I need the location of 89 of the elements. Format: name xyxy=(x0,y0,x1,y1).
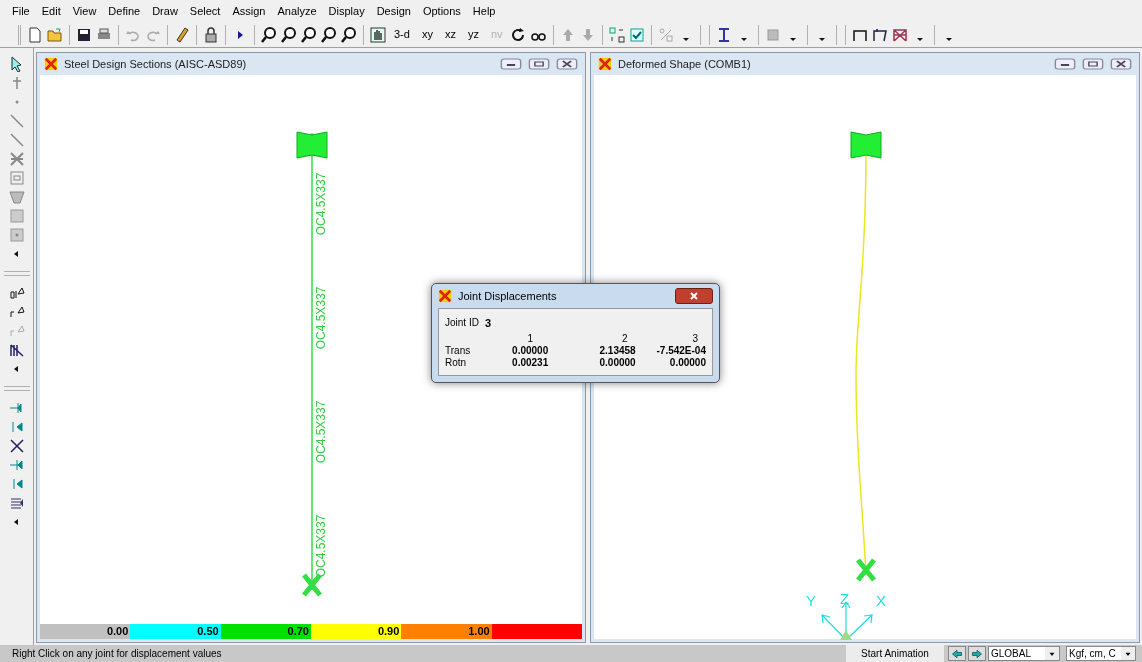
close-icon[interactable] xyxy=(1110,56,1132,72)
close-button[interactable] xyxy=(675,288,713,304)
joint-id-label: Joint ID xyxy=(445,316,479,330)
zoom-icon[interactable] xyxy=(281,26,297,43)
frame-section-label: OC4.5X337 xyxy=(313,172,330,236)
table-cell-text: 2.13458 xyxy=(598,344,636,357)
view-button[interactable]: 3-d xyxy=(390,26,414,43)
window-title: Steel Design Sections (AISC-ASD89) xyxy=(64,56,248,72)
area-icon[interactable] xyxy=(8,189,25,205)
select-previous-icon[interactable] xyxy=(8,304,25,320)
right-arrow-icon xyxy=(970,647,984,660)
table-cell-text: 0.00000 xyxy=(668,356,706,369)
table-cell-text: -7.542E-04 xyxy=(655,344,706,357)
snap-grid-icon[interactable] xyxy=(8,495,25,511)
zoom-icon[interactable] xyxy=(261,26,277,43)
menu-item[interactable]: Assign xyxy=(232,2,266,20)
joint-id-value: 3 xyxy=(484,316,492,331)
legend-segment: 0.50 xyxy=(130,624,221,639)
view-button[interactable]: xy xyxy=(417,26,437,43)
select-all-icon[interactable] xyxy=(8,285,25,301)
hatched-pointer-icon[interactable] xyxy=(8,342,25,358)
menu-item[interactable]: Analyze xyxy=(277,2,317,20)
table-cell-text: 0.00231 xyxy=(511,356,550,369)
support-icon xyxy=(855,557,877,583)
menu-item[interactable]: Design xyxy=(376,2,411,20)
app-logo-icon xyxy=(44,57,58,71)
legend-segment: 0.90 xyxy=(311,624,402,639)
previous-button[interactable] xyxy=(948,646,966,661)
menu-item[interactable]: Edit xyxy=(41,2,61,20)
save-icon[interactable] xyxy=(76,26,92,43)
frame-icon[interactable] xyxy=(871,26,888,43)
view-button[interactable]: yz xyxy=(463,26,483,43)
padlock-icon[interactable] xyxy=(203,26,219,43)
braced-frame-icon[interactable] xyxy=(891,26,908,43)
close-icon xyxy=(688,290,700,302)
menu-item[interactable]: View xyxy=(72,2,97,20)
new-file-icon[interactable] xyxy=(27,26,43,43)
legend-segment: 0.00 xyxy=(40,624,131,639)
axis-label: Y xyxy=(806,591,816,611)
window-title: Deformed Shape (COMB1) xyxy=(618,56,752,72)
table-cell-text: 0.00000 xyxy=(598,356,636,369)
open-folder-icon[interactable] xyxy=(47,26,63,43)
legend-segment: 1.00 xyxy=(401,624,492,639)
table-cell-text: 0.00000 xyxy=(511,344,550,357)
menu-item[interactable]: Select xyxy=(189,2,221,20)
pencil-icon[interactable] xyxy=(174,26,190,43)
view-button[interactable]: xz xyxy=(440,26,460,43)
menu-item[interactable]: Define xyxy=(108,2,141,20)
units-dropdown[interactable]: Kgf, cm, C xyxy=(1066,646,1136,661)
zoom-icon[interactable] xyxy=(321,26,337,43)
restore-icon[interactable] xyxy=(1082,56,1104,72)
legend-segment: 0.70 xyxy=(220,624,311,639)
minimize-icon[interactable] xyxy=(1054,56,1076,72)
zoom-icon[interactable] xyxy=(341,26,357,43)
start-animation-button[interactable]: Start Animation xyxy=(846,645,944,662)
frame-section-label: OC4.5X337 xyxy=(313,286,330,350)
dialog-title: Joint Displacements xyxy=(458,288,558,304)
zoom-icon[interactable] xyxy=(301,26,317,43)
rotate-icon[interactable] xyxy=(510,26,527,43)
coordinate-system-dropdown[interactable]: GLOBAL xyxy=(988,646,1060,661)
snap-icon[interactable] xyxy=(8,438,25,454)
joint-block xyxy=(296,131,328,159)
line-icon[interactable] xyxy=(8,113,25,129)
axis-label: X xyxy=(876,591,886,611)
menu-item[interactable]: File xyxy=(12,2,30,20)
joint-block xyxy=(850,131,882,159)
restore-icon[interactable] xyxy=(528,56,550,72)
cross-brace-icon[interactable] xyxy=(8,151,25,167)
next-button[interactable] xyxy=(968,646,986,661)
status-message: Right Click on any joint for displacement values xyxy=(11,647,223,661)
app-logo-icon xyxy=(598,57,612,71)
column-header: 1 xyxy=(526,332,534,345)
menu-item[interactable]: Display xyxy=(328,2,365,20)
frame-section-label: OC4.5X337 xyxy=(313,514,330,578)
checkbox-icon[interactable] xyxy=(628,26,645,43)
column-header: 3 xyxy=(691,332,699,345)
row-label: Trans xyxy=(445,344,472,357)
column-header: 2 xyxy=(621,332,629,345)
menu-item[interactable]: Help xyxy=(472,2,496,20)
minimize-icon[interactable] xyxy=(500,56,522,72)
left-arrow-icon xyxy=(950,647,964,660)
menu-item[interactable]: Options xyxy=(422,2,461,20)
selection-icon[interactable] xyxy=(608,26,625,43)
line-icon[interactable] xyxy=(8,132,25,148)
frame-section-label: OC4.5X337 xyxy=(313,400,330,464)
close-icon[interactable] xyxy=(556,56,578,72)
row-label: Rotn xyxy=(445,356,468,369)
menu-item[interactable]: Draw xyxy=(152,2,178,20)
app-logo-icon xyxy=(438,289,452,303)
